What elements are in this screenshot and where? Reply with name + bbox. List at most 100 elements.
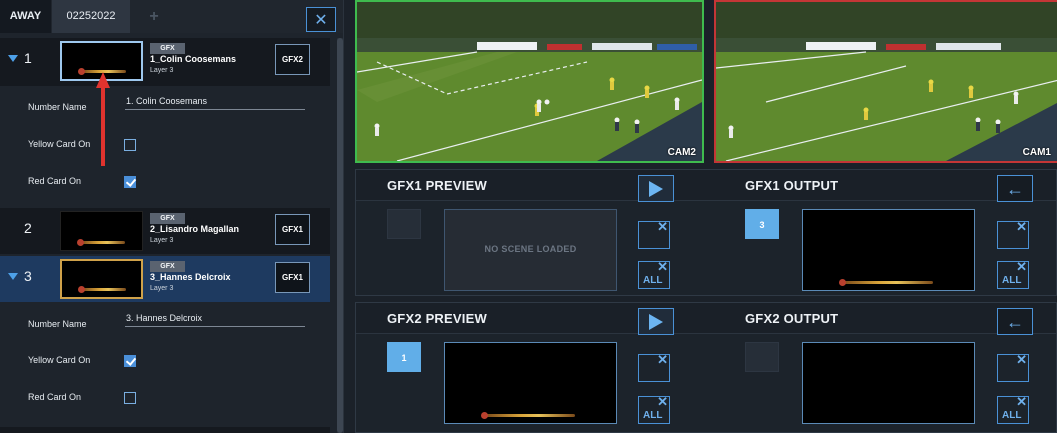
- item-number: 1: [24, 50, 32, 66]
- close-icon: ✕: [657, 394, 668, 409]
- clear-all-label: ALL: [643, 275, 663, 286]
- soccer-field-image: [716, 2, 1057, 161]
- rundown-item-2[interactable]: 2 GFX 2_Lisandro Magallan Layer 3 GFX1: [0, 208, 330, 254]
- close-icon: ✕: [657, 219, 668, 234]
- gfx2-output-clear-all-button[interactable]: ✕ ALL: [997, 394, 1029, 424]
- item-name: 3_Hannes Delcroix: [150, 272, 231, 282]
- no-scene-message: NO SCENE LOADED: [484, 244, 577, 254]
- number-name-field[interactable]: 3. Hannes Delcroix: [125, 313, 305, 327]
- gfx1-header: GFX1 PREVIEW GFX1 OUTPUT ←: [356, 170, 1056, 202]
- gfx1-preview-monitor[interactable]: NO SCENE LOADED: [444, 209, 617, 291]
- lower-third-graphic: [78, 286, 126, 293]
- camera-preview-cam1[interactable]: CAM1: [714, 0, 1057, 163]
- gfx-tag: GFX: [150, 213, 185, 224]
- yellow-card-checkbox[interactable]: [124, 355, 136, 367]
- add-tab-button[interactable]: +: [140, 0, 168, 33]
- red-card-checkbox[interactable]: [124, 392, 136, 404]
- item-thumbnail[interactable]: [60, 211, 143, 251]
- gfx1-output-clear-button[interactable]: ✕: [997, 219, 1029, 249]
- arrow-left-icon: ←: [1006, 178, 1024, 199]
- number-name-field[interactable]: 1. Colin Coosemans: [125, 96, 305, 110]
- gfx1-output-title: GFX1 OUTPUT: [745, 178, 839, 193]
- play-icon: [649, 313, 663, 330]
- gfx2-output-clear-button[interactable]: ✕: [997, 352, 1029, 382]
- gfx2-section: GFX2 PREVIEW GFX2 OUTPUT ← 1 ✕ ✕ ALL ✕ ✕ A…: [355, 302, 1057, 433]
- item-layer: Layer 3: [150, 285, 174, 292]
- close-icon: ✕: [1016, 394, 1027, 409]
- gfx2-return-button[interactable]: ←: [997, 308, 1033, 335]
- clear-all-label: ALL: [1002, 410, 1022, 421]
- gfx2-output-title: GFX2 OUTPUT: [745, 311, 839, 326]
- gfx2-preview-monitor[interactable]: [444, 342, 617, 424]
- clear-all-label: ALL: [1002, 275, 1022, 286]
- lower-third-graphic: [839, 279, 933, 286]
- item-name: 1_Colin Coosemans: [150, 54, 237, 64]
- red-card-label: Red Card On: [28, 176, 82, 186]
- item-name: 2_Lisandro Magallan: [150, 224, 240, 234]
- item-1-properties: Number Name 1. Colin Coosemans Yellow Ca…: [0, 86, 330, 208]
- yellow-card-label: Yellow Card On: [28, 355, 91, 365]
- gfx1-output-monitor[interactable]: [802, 209, 975, 291]
- number-name-label: Number Name: [28, 102, 87, 112]
- camera-label: CAM2: [667, 147, 696, 158]
- item-thumbnail[interactable]: [60, 259, 143, 299]
- gfx1-take-button[interactable]: [638, 175, 674, 202]
- close-icon: ✕: [1016, 219, 1027, 234]
- arrow-left-icon: ←: [1006, 311, 1024, 332]
- gfx2-output-monitor[interactable]: [802, 342, 975, 424]
- close-icon: ✕: [1016, 352, 1027, 367]
- close-icon: ✕: [657, 352, 668, 367]
- output-panel: CAM2 CAM1 GFX1 PREVIEW GFX1 OUTPUT ← NO …: [345, 0, 1057, 433]
- red-card-checkbox[interactable]: [124, 176, 136, 188]
- send-to-gfx-button[interactable]: GFX2: [275, 44, 310, 75]
- gfx1-return-button[interactable]: ←: [997, 175, 1033, 202]
- play-icon: [649, 180, 663, 197]
- tab-bar: AWAY 02252022 + ✕: [0, 0, 343, 33]
- gfx1-section: GFX1 PREVIEW GFX1 OUTPUT ← NO SCENE LOAD…: [355, 169, 1057, 296]
- camera-preview-cam2[interactable]: CAM2: [355, 0, 704, 163]
- rundown-item-4[interactable]: [0, 427, 330, 433]
- red-card-label: Red Card On: [28, 392, 82, 402]
- rundown-item-1[interactable]: 1 GFX 1_Colin Coosemans Layer 3 GFX2: [0, 38, 330, 86]
- gfx1-preview-clear-button[interactable]: ✕: [638, 219, 670, 249]
- clear-all-label: ALL: [643, 410, 663, 421]
- chevron-down-icon[interactable]: [8, 273, 18, 280]
- gfx2-preview-slot[interactable]: 1: [387, 342, 421, 372]
- item-3-properties: Number Name 3. Hannes Delcroix Yellow Ca…: [0, 302, 330, 424]
- gfx2-header: GFX2 PREVIEW GFX2 OUTPUT ←: [356, 303, 1056, 335]
- number-name-label: Number Name: [28, 319, 87, 329]
- yellow-card-label: Yellow Card On: [28, 139, 91, 149]
- chevron-down-icon[interactable]: [8, 55, 18, 62]
- rundown-item-3[interactable]: 3 GFX 3_Hannes Delcroix Layer 3 GFX1: [0, 256, 330, 302]
- lower-third-graphic: [77, 239, 125, 246]
- gfx2-preview-clear-button[interactable]: ✕: [638, 352, 670, 382]
- gfx2-preview-clear-all-button[interactable]: ✕ ALL: [638, 394, 670, 424]
- gfx2-output-slot[interactable]: [745, 342, 779, 372]
- gfx1-preview-clear-all-button[interactable]: ✕ ALL: [638, 259, 670, 289]
- gfx2-preview-title: GFX2 PREVIEW: [387, 311, 487, 326]
- gfx1-output-clear-all-button[interactable]: ✕ ALL: [997, 259, 1029, 289]
- item-number: 3: [24, 268, 32, 284]
- send-to-gfx-button[interactable]: GFX1: [275, 214, 310, 245]
- gfx-tag: GFX: [150, 43, 185, 54]
- item-number: 2: [24, 220, 32, 236]
- camera-label: CAM1: [1022, 147, 1051, 158]
- item-layer: Layer 3: [150, 67, 174, 74]
- tab-date[interactable]: 02252022: [52, 0, 130, 33]
- gfx1-output-slot[interactable]: 3: [745, 209, 779, 239]
- tab-away[interactable]: AWAY: [0, 0, 51, 33]
- close-button[interactable]: ✕: [306, 7, 336, 32]
- send-to-gfx-button[interactable]: GFX1: [275, 262, 310, 293]
- gfx2-take-button[interactable]: [638, 308, 674, 335]
- gfx1-preview-title: GFX1 PREVIEW: [387, 178, 487, 193]
- rundown-panel: AWAY 02252022 + ✕ 1 GFX 1_Colin Cooseman…: [0, 0, 344, 433]
- yellow-card-checkbox[interactable]: [124, 139, 136, 151]
- gfx-tag: GFX: [150, 261, 185, 272]
- scrollbar-thumb[interactable]: [337, 38, 343, 433]
- red-arrow-annotation-icon: [96, 72, 110, 166]
- gfx1-preview-slot[interactable]: [387, 209, 421, 239]
- item-layer: Layer 3: [150, 237, 174, 244]
- soccer-field-image: [357, 2, 702, 161]
- close-icon: ✕: [657, 259, 668, 274]
- close-icon: ✕: [314, 11, 328, 29]
